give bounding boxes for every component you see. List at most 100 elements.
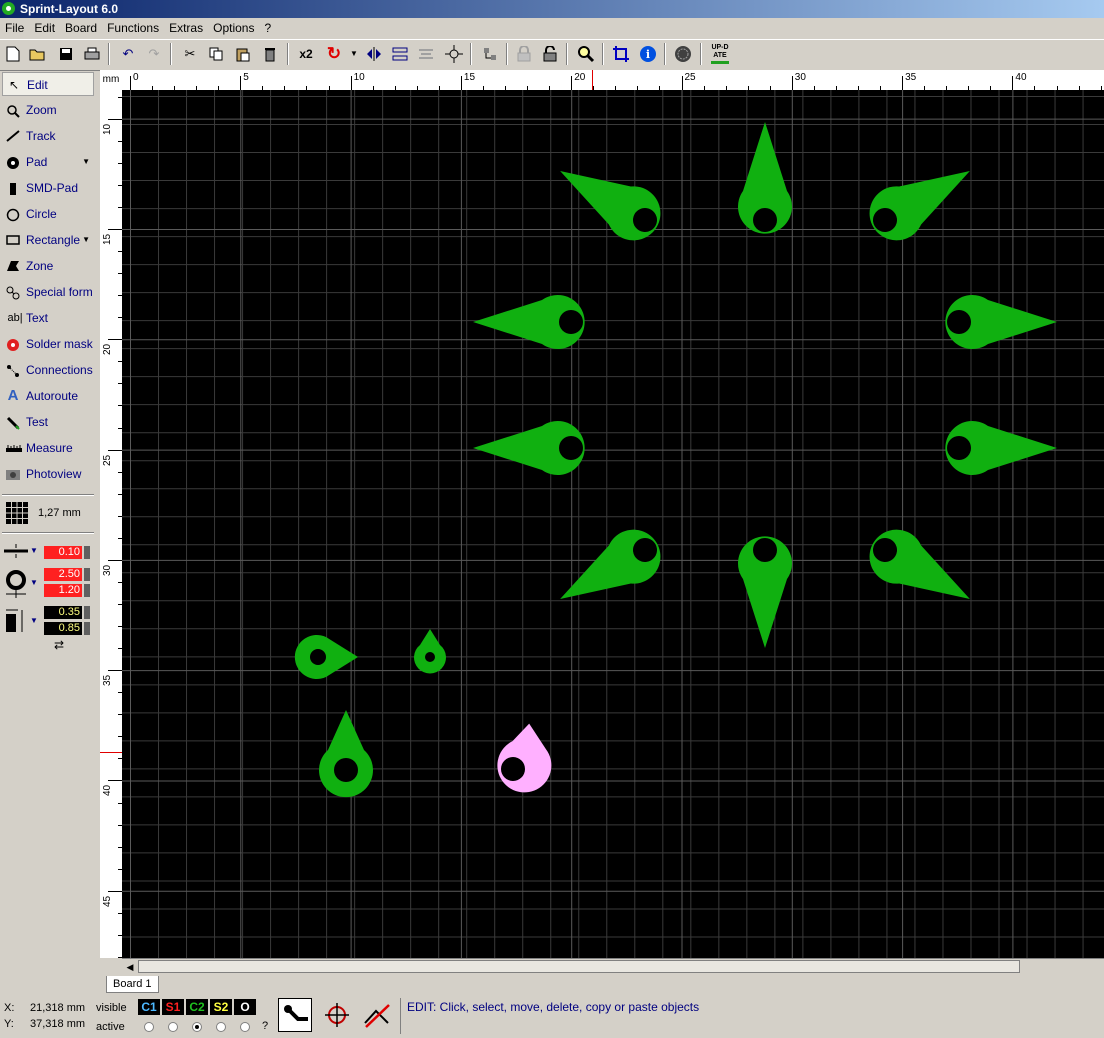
drop-pad[interactable] [860, 520, 984, 623]
drop-pad[interactable] [547, 148, 671, 251]
drop-pad[interactable] [547, 520, 671, 623]
new-file-icon[interactable] [3, 44, 23, 64]
tool-measure[interactable]: Measure [2, 436, 94, 460]
zoom-icon[interactable] [576, 44, 596, 64]
delete-icon[interactable] [260, 44, 280, 64]
layer-c2-toggle[interactable]: C2 [186, 999, 208, 1015]
horizontal-scrollbar[interactable]: ◀ [122, 958, 1104, 975]
tool-rectangle[interactable]: Rectangle ▼ [2, 228, 94, 252]
layer-s1-toggle[interactable]: S1 [162, 999, 184, 1015]
pad-outer-field[interactable]: 2.50 [44, 568, 82, 581]
layer-c1-toggle[interactable]: C1 [138, 999, 160, 1015]
tool-zoom[interactable]: Zoom [2, 98, 94, 122]
menu-options[interactable]: Options [208, 18, 259, 38]
active-c1-radio[interactable] [144, 1022, 154, 1032]
drop-pad-small[interactable] [294, 635, 358, 679]
drop-pad[interactable] [945, 295, 1057, 349]
lock-icon[interactable] [514, 44, 534, 64]
tool-edit[interactable]: ↖ Edit [2, 72, 94, 96]
drill-icon[interactable] [673, 44, 693, 64]
crop-icon[interactable] [611, 44, 631, 64]
tool-special-form[interactable]: Special form [2, 280, 94, 304]
rotate-dropdown-icon[interactable]: ▼ [344, 44, 364, 64]
mirror-horizontal-icon[interactable] [364, 44, 384, 64]
save-icon[interactable] [56, 44, 76, 64]
tool-zone[interactable]: Zone [2, 254, 94, 278]
info-icon[interactable]: i [638, 44, 658, 64]
menu-edit[interactable]: Edit [29, 18, 60, 38]
layer-o-toggle[interactable]: O [234, 999, 256, 1015]
snap-icon[interactable] [444, 44, 464, 64]
tool-smd-pad[interactable]: SMD-Pad [2, 176, 94, 200]
rectangle-dropdown-icon[interactable]: ▼ [82, 228, 90, 252]
smd-width-stepper[interactable] [84, 606, 90, 619]
tool-text[interactable]: ab| Text [2, 306, 94, 330]
menu-board[interactable]: Board [60, 18, 102, 38]
update-icon[interactable]: UP-DATE [708, 44, 732, 64]
pad-inner-stepper[interactable] [84, 584, 90, 597]
active-s1-radio[interactable] [168, 1022, 178, 1032]
track-mode-button[interactable] [278, 998, 312, 1032]
menu-extras[interactable]: Extras [164, 18, 208, 38]
smd-height-field[interactable]: 0.85 [44, 622, 82, 635]
drop-pad-tiny[interactable] [414, 629, 446, 674]
tool-circle[interactable]: Circle [2, 202, 94, 226]
tool-pad[interactable]: Pad ▼ [2, 150, 94, 174]
group-icon[interactable] [480, 44, 500, 64]
tool-test[interactable]: Test [2, 410, 94, 434]
drop-pad-selected[interactable] [486, 721, 560, 801]
pad-inner-field[interactable]: 1.20 [44, 584, 82, 597]
smd-width-field[interactable]: 0.35 [44, 606, 82, 619]
grid-size-label: 1,27 mm [38, 507, 81, 519]
align-icon[interactable] [416, 44, 436, 64]
swap-icon[interactable]: ⇄ [54, 638, 64, 652]
track-width-field[interactable]: 0.10 [44, 546, 82, 559]
menu-help[interactable]: ? [259, 18, 276, 38]
redo-icon[interactable]: ↷ [144, 44, 164, 64]
cut-icon[interactable]: ✂ [180, 44, 200, 64]
rubberband-button[interactable] [360, 998, 394, 1032]
smd-size-dropdown-icon[interactable]: ▼ [30, 616, 38, 625]
mirror-vertical-icon[interactable] [390, 44, 410, 64]
multiply-icon[interactable]: x2 [296, 44, 316, 64]
unlock-icon[interactable] [540, 44, 560, 64]
crosshair-button[interactable] [320, 998, 354, 1032]
active-o-radio[interactable] [240, 1022, 250, 1032]
menu-file[interactable]: File [0, 18, 29, 38]
board-drawing[interactable] [122, 90, 1104, 958]
grid-setting[interactable]: 1,27 mm [2, 500, 94, 528]
layer-help[interactable]: ? [262, 1020, 268, 1032]
drop-pad[interactable] [945, 421, 1057, 475]
scroll-left-icon[interactable]: ◀ [122, 959, 138, 975]
copy-icon[interactable] [206, 44, 226, 64]
pad-size-dropdown-icon[interactable]: ▼ [30, 578, 38, 587]
open-folder-icon[interactable] [28, 44, 48, 64]
pad-dropdown-icon[interactable]: ▼ [82, 150, 90, 174]
rotate-icon[interactable]: ↻ [324, 44, 344, 64]
pad-outer-stepper[interactable] [84, 568, 90, 581]
print-icon[interactable] [82, 44, 102, 64]
smd-height-stepper[interactable] [84, 622, 90, 635]
tab-board-1[interactable]: Board 1 [106, 976, 159, 993]
drop-pad[interactable] [860, 148, 984, 251]
active-s2-radio[interactable] [216, 1022, 226, 1032]
layer-s2-toggle[interactable]: S2 [210, 999, 232, 1015]
drop-pad[interactable] [473, 295, 585, 349]
tool-track[interactable]: Track [2, 124, 94, 148]
drop-pad[interactable] [738, 122, 792, 234]
paste-icon[interactable] [233, 44, 253, 64]
tool-connections[interactable]: Connections [2, 358, 94, 382]
track-width-dropdown-icon[interactable]: ▼ [30, 546, 38, 555]
track-width-stepper[interactable] [84, 546, 90, 559]
tool-solder-mask[interactable]: Solder mask [2, 332, 94, 356]
drop-pad[interactable] [738, 536, 792, 648]
board-canvas[interactable] [122, 90, 1104, 958]
drop-pad[interactable] [473, 421, 585, 475]
tool-photoview[interactable]: Photoview [2, 462, 94, 486]
app-icon[interactable] [2, 2, 15, 15]
menu-functions[interactable]: Functions [102, 18, 164, 38]
active-c2-radio[interactable] [192, 1022, 202, 1032]
undo-icon[interactable]: ↶ [118, 44, 138, 64]
scroll-thumb[interactable] [138, 960, 1020, 973]
tool-autoroute[interactable]: A Autoroute [2, 384, 94, 408]
